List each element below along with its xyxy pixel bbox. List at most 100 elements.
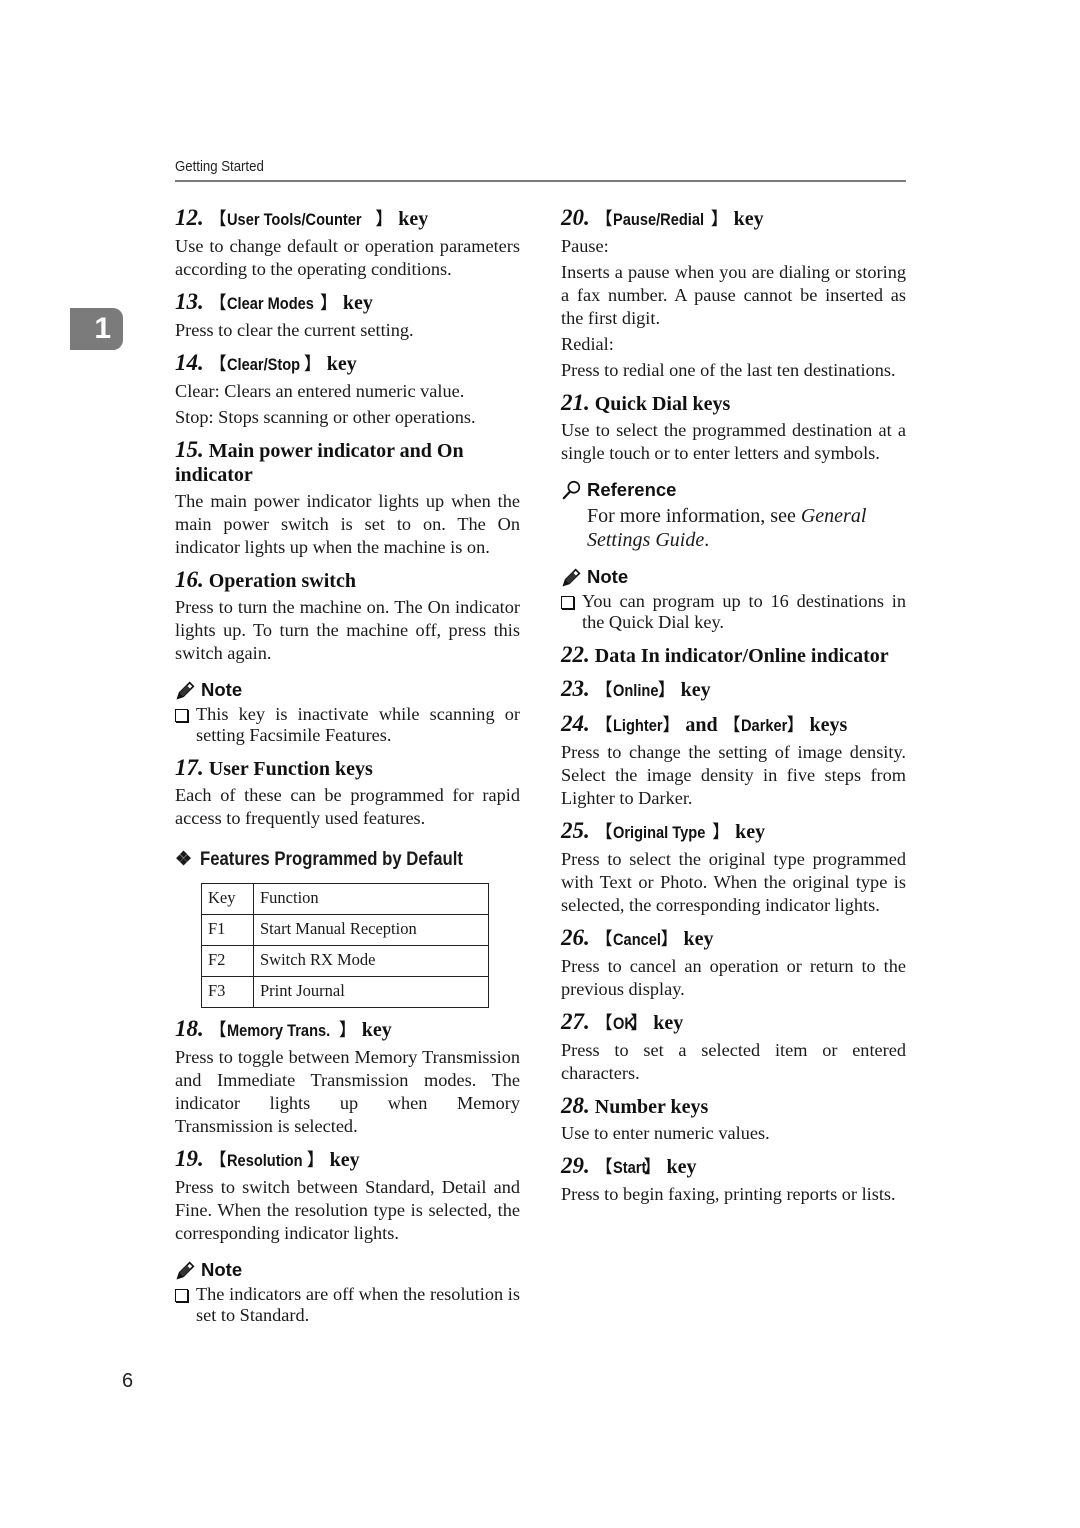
item-heading: 29. 【Start】 key [561, 1153, 697, 1179]
item-number: 15. [175, 437, 204, 462]
checkbox-bullet-icon [175, 1289, 188, 1302]
item-23: 23. 【Online】 key [561, 677, 906, 703]
item-number: 14. [175, 350, 204, 375]
item-19: 19. 【Resolution】 key Press to switch bet… [175, 1147, 520, 1326]
item-number: 25. [561, 818, 590, 843]
left-column: 12. 【User Tools/Counter】 key Use to chan… [175, 206, 520, 1336]
item-number: 22. [561, 642, 590, 667]
item-number: 29. [561, 1153, 590, 1178]
item-description: Press to turn the machine on. The On ind… [175, 597, 520, 663]
item-25: 25. 【Original Type】 key Press to select … [561, 819, 906, 917]
chapter-tab: 1 [70, 308, 123, 350]
item-18: 18. 【Memory Trans.】 key Press to toggle … [175, 1017, 520, 1138]
heading-suffix: key [733, 208, 764, 230]
item-title: Operation switch [208, 570, 356, 592]
item-number: 19. [175, 1146, 204, 1171]
item-description: Use to enter numeric values. [561, 1123, 770, 1143]
item-description: Press to set a selected item or entered … [561, 1040, 906, 1083]
heading-suffix: key [666, 1156, 697, 1178]
item-heading: 25. 【Original Type】 key [561, 818, 766, 844]
chapter-number: 1 [94, 312, 111, 345]
running-header: Getting Started [175, 158, 906, 182]
item-description: Press to toggle between Memory Transmiss… [175, 1047, 520, 1136]
item-description: Press to cancel an operation or return t… [561, 956, 906, 999]
item-number: 26. [561, 925, 590, 950]
note-item: You can program up to 16 destinations in… [561, 591, 906, 633]
item-heading: 17. User Function keys [175, 756, 520, 781]
item-number: 21. [561, 390, 590, 415]
item-number: 16. [175, 567, 204, 592]
note-heading: Note [175, 1259, 520, 1281]
pencil-icon [562, 568, 581, 587]
table-cell: F3 [201, 976, 254, 1008]
checkbox-bullet-icon [175, 709, 188, 722]
column-header: Function [253, 883, 489, 915]
key-label: Lighter [612, 716, 663, 735]
item-heading: 24. 【Lighter】 and 【Darker】 keys [561, 711, 848, 737]
table-cell: Start Manual Reception [253, 914, 489, 946]
item-number: 13. [175, 289, 204, 314]
table-cell: F1 [201, 914, 254, 946]
heading-suffix: key [680, 679, 711, 701]
heading-suffix: key [361, 1019, 392, 1041]
item-15: 15. Main power indicator and On indicato… [175, 438, 520, 559]
item-title: Number keys [594, 1096, 709, 1118]
section-title: Getting Started [175, 158, 264, 175]
item-heading: 26. 【Cancel】 key [561, 925, 714, 951]
item-heading: 16. Operation switch [175, 568, 520, 593]
table-row: F2 Switch RX Mode [201, 945, 489, 977]
key-label: Clear/Stop [226, 355, 300, 374]
item-heading: 21. Quick Dial keys [561, 391, 906, 416]
item-21: 21. Quick Dial keys Use to select the pr… [561, 391, 906, 633]
pencil-icon [176, 681, 195, 700]
reference-heading: Reference [561, 479, 906, 501]
key-label: Memory Trans. [226, 1021, 330, 1040]
item-heading: 12. 【User Tools/Counter】 key [175, 205, 429, 231]
table-header-row: Key Function [201, 883, 489, 915]
item-title: Quick Dial keys [594, 393, 731, 415]
item-description: Press to begin faxing, printing reports … [561, 1184, 896, 1204]
table-cell: Switch RX Mode [253, 945, 489, 977]
item-description: Stop: Stops scanning or other operations… [175, 407, 476, 427]
note-heading: Note [175, 679, 520, 701]
key-label: Start [612, 1158, 647, 1177]
note-heading: Note [561, 566, 906, 588]
heading-suffix: key [735, 821, 766, 843]
heading-suffix: key [329, 1149, 360, 1171]
item-description: Clear: Clears an entered numeric value. [175, 381, 465, 401]
table-row: F3 Print Journal [201, 976, 489, 1008]
heading-suffix: keys [809, 714, 848, 736]
item-heading: 27. 【OK】 key [561, 1009, 684, 1035]
item-27: 27. 【OK】 key Press to set a selected ite… [561, 1010, 906, 1085]
item-number: 18. [175, 1016, 204, 1041]
magnifier-icon [562, 480, 581, 500]
heading-suffix: key [653, 1012, 684, 1034]
item-13: 13. 【Clear Modes】 key Press to clear the… [175, 290, 520, 342]
page-number: 6 [122, 1370, 134, 1392]
item-heading: 18. 【Memory Trans.】 key [175, 1016, 392, 1042]
item-16: 16. Operation switch Press to turn the m… [175, 568, 520, 746]
item-number: 12. [175, 205, 204, 230]
key-label: User Tools/Counter [226, 210, 362, 229]
diamond-bullet-icon: ❖ [175, 849, 193, 870]
item-29: 29. 【Start】 key Press to begin faxing, p… [561, 1154, 906, 1206]
item-label: Pause: [561, 236, 609, 256]
item-28: 28. Number keys Use to enter numeric val… [561, 1094, 906, 1145]
right-column: 20. 【Pause/Redial】 key Pause: Inserts a … [561, 206, 906, 1215]
item-heading: 20. 【Pause/Redial】 key [561, 205, 764, 231]
key-label: Pause/Redial [612, 210, 704, 229]
item-14: 14. 【Clear/Stop】 key Clear: Clears an en… [175, 351, 520, 429]
key-label: Clear Modes [226, 294, 314, 313]
item-number: 23. [561, 676, 590, 701]
heading-suffix: key [683, 928, 714, 950]
item-description: Press to switch between Standard, Detail… [175, 1177, 520, 1243]
sub-heading: ❖ Features Programmed by Default [175, 848, 464, 871]
table-cell: Print Journal [253, 976, 489, 1008]
item-number: 24. [561, 711, 590, 736]
note-item: This key is inactivate while scanning or… [175, 704, 520, 746]
key-label: Online [612, 681, 659, 700]
item-heading: 22. Data In indicator/Online indicator [561, 643, 906, 668]
item-20: 20. 【Pause/Redial】 key Pause: Inserts a … [561, 206, 906, 382]
item-heading: 19. 【Resolution】 key [175, 1146, 360, 1172]
item-description: The main power indicator lights up when … [175, 491, 520, 557]
